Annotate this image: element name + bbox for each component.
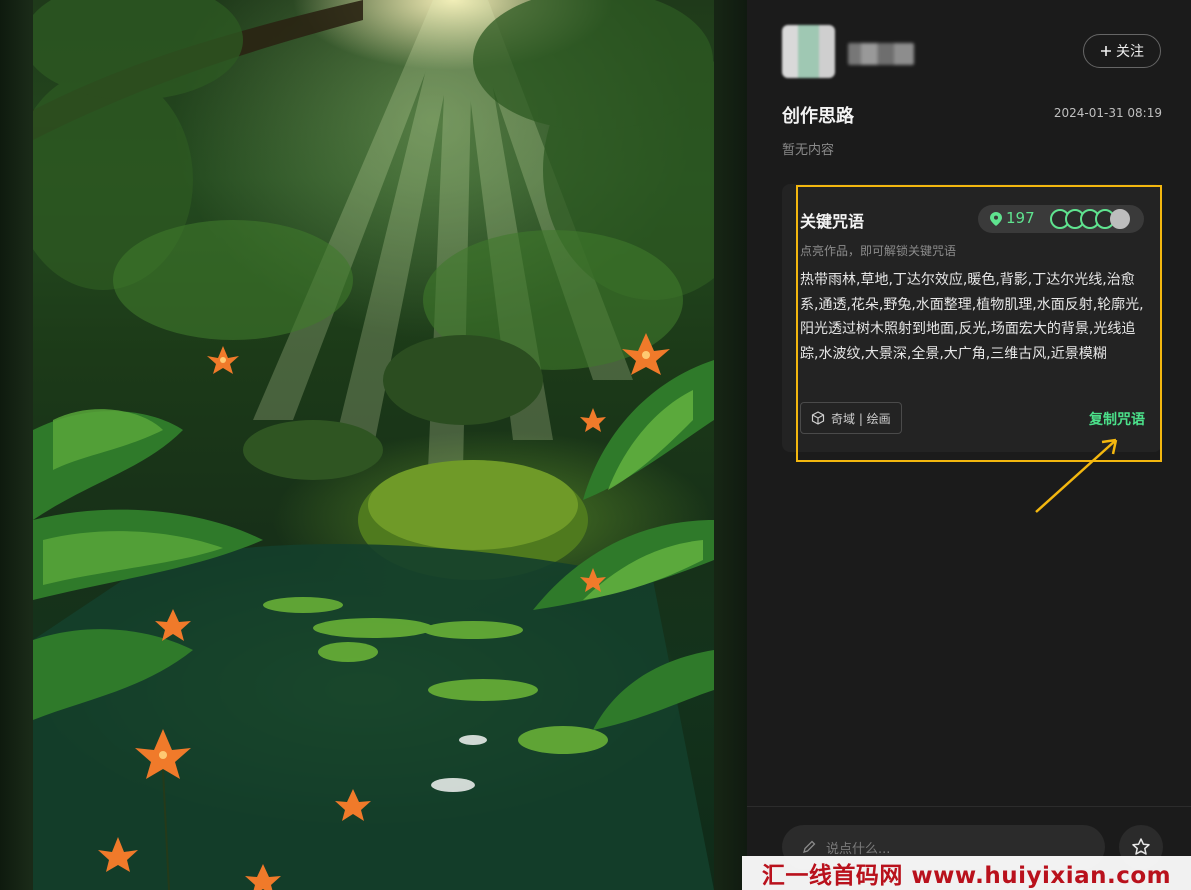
location-pin-icon — [990, 212, 1002, 226]
annotation-arrow-icon — [1035, 438, 1118, 513]
prompt-card: 关键咒语 197 点亮作品，即可解锁关键咒语 热带雨林,草地,丁达尔效应,暖色,… — [782, 184, 1162, 452]
follow-label: 关注 — [1116, 44, 1144, 60]
author-avatar[interactable] — [782, 25, 835, 78]
unlock-note: 点亮作品，即可解锁关键咒语 — [800, 244, 957, 258]
rainforest-illustration — [33, 0, 714, 890]
prompt-card-title: 关键咒语 — [800, 212, 865, 231]
site-watermark: 汇一线首码网 www.huiyixian.com — [742, 856, 1191, 890]
footer-divider — [747, 806, 1191, 807]
author-name-blurred[interactable] — [848, 43, 914, 65]
post-date: 2024-01-31 08:19 — [1053, 106, 1162, 120]
section-title: 创作思路 — [782, 106, 854, 127]
prompt-text: 热带雨林,草地,丁达尔效应,暖色,背影,丁达尔光线,治愈系,通透,花朵,野兔,水… — [800, 272, 1144, 362]
star-icon — [1132, 838, 1150, 855]
pencil-icon — [803, 840, 816, 853]
model-tag[interactable]: 奇域 | 绘画 — [800, 402, 902, 434]
copy-prompt-button[interactable]: 复制咒语 — [1089, 409, 1145, 429]
cube-icon — [811, 411, 825, 425]
follow-button[interactable]: 关注 — [1083, 34, 1161, 68]
more-likers-icon[interactable] — [1110, 209, 1130, 229]
model-tag-label: 奇域 | 绘画 — [831, 411, 891, 426]
likes-count: 197 — [1006, 209, 1035, 227]
artwork-image[interactable] — [33, 0, 714, 890]
likes-pill[interactable]: 197 — [978, 205, 1144, 233]
liker-avatars[interactable] — [1050, 209, 1130, 229]
comment-placeholder: 说点什么... — [826, 841, 891, 857]
plus-icon — [1101, 46, 1111, 56]
empty-note: 暂无内容 — [782, 143, 835, 158]
